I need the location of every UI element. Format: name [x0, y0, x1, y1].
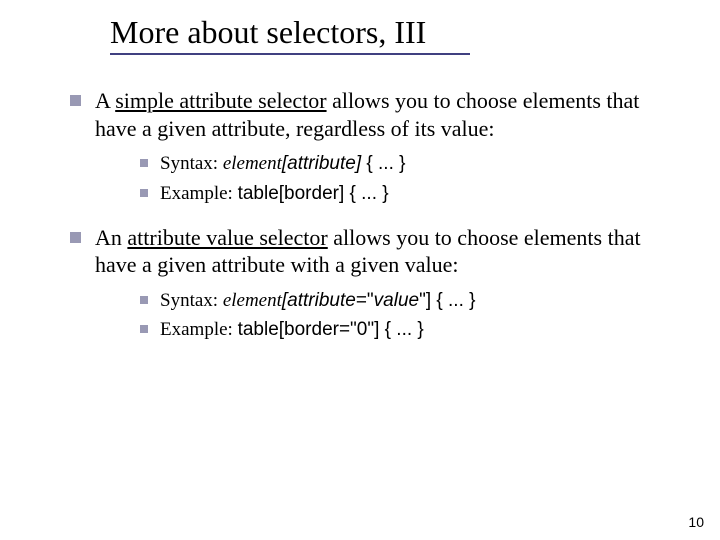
bullet-icon	[70, 95, 81, 106]
bullet-item-1: A simple attribute selector allows you t…	[70, 87, 670, 142]
sub-item-syntax-2: Syntax: element[attribute="value"] { ...…	[140, 289, 670, 313]
text: An	[95, 225, 127, 250]
syntax-attr: [attribute]	[282, 153, 361, 174]
title-underline	[110, 53, 470, 55]
syntax-rest: { ... }	[431, 290, 475, 311]
sub-text: Example: table[border] { ... }	[160, 182, 670, 206]
label: Example:	[160, 183, 238, 204]
sub-item-example-2: Example: table[border="0"] { ... }	[140, 318, 670, 342]
bullet-item-2: An attribute value selector allows you t…	[70, 224, 670, 279]
syntax-attr: [attribute	[282, 290, 356, 311]
syntax-rest: { ... }	[361, 153, 405, 174]
sub-text: Syntax: element[attribute] { ... }	[160, 152, 670, 176]
bullet-icon	[140, 159, 148, 167]
bullet-icon	[140, 296, 148, 304]
bullet-text: A simple attribute selector allows you t…	[95, 87, 670, 142]
slide-body: A simple attribute selector allows you t…	[0, 61, 720, 342]
syntax-value: value	[374, 290, 419, 311]
text: A	[95, 88, 115, 113]
label: Example:	[160, 319, 238, 340]
sub-item-example-1: Example: table[border] { ... }	[140, 182, 670, 206]
syntax-element: element	[223, 290, 282, 311]
bullet-icon	[140, 189, 148, 197]
bullet-icon	[70, 232, 81, 243]
sub-text: Example: table[border="0"] { ... }	[160, 318, 670, 342]
label: Syntax:	[160, 290, 223, 311]
example-code: table[border="0"] { ... }	[238, 319, 424, 340]
page-number: 10	[688, 514, 704, 530]
term: simple attribute selector	[115, 88, 326, 113]
bullet-icon	[140, 325, 148, 333]
sub-item-syntax-1: Syntax: element[attribute] { ... }	[140, 152, 670, 176]
term: attribute value selector	[127, 225, 327, 250]
slide-title: More about selectors, III	[110, 14, 680, 51]
bullet-text: An attribute value selector allows you t…	[95, 224, 670, 279]
label: Syntax:	[160, 153, 223, 174]
syntax-element: element	[223, 153, 282, 174]
slide: More about selectors, III A simple attri…	[0, 0, 720, 540]
sub-text: Syntax: element[attribute="value"] { ...…	[160, 289, 670, 313]
title-area: More about selectors, III	[0, 0, 720, 61]
syntax-close: "]	[419, 290, 431, 311]
syntax-eq: ="	[356, 290, 374, 311]
example-code: table[border] { ... }	[238, 183, 389, 204]
